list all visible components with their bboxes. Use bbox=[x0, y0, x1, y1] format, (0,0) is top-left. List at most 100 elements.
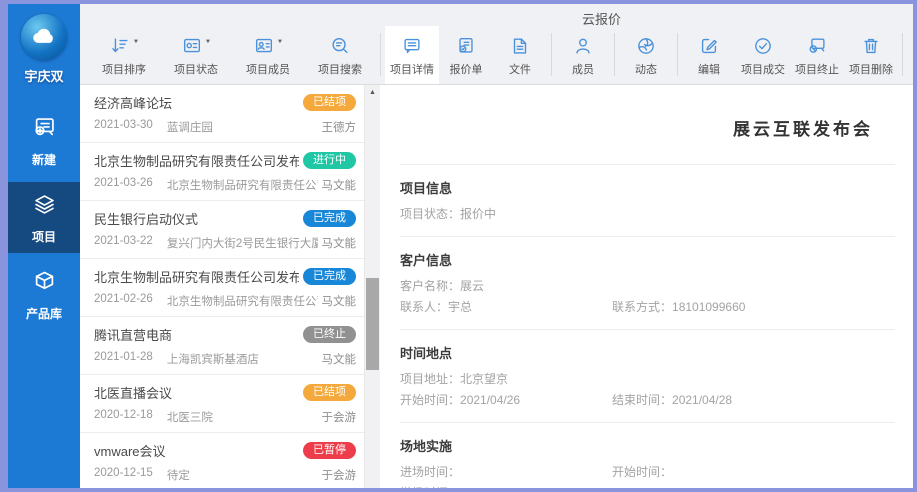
toolbar-button-detail[interactable]: 项目详情 bbox=[385, 26, 439, 84]
field-label: 结束时间： bbox=[612, 393, 673, 407]
content-area: 经济高峰论坛 已结项 2021-03-30 蓝调庄园 王德方 北京生物制品研究有限责任公司… bbox=[80, 85, 913, 488]
project-title: 北京生物制品研究有限责任公司发布会 bbox=[94, 154, 299, 169]
field: 开始时间： 2021/04/26 bbox=[400, 390, 612, 411]
toolbar-group: 动态 bbox=[619, 26, 673, 84]
project-location: 北医三院 bbox=[166, 412, 213, 424]
field: 客户名称： 展云 bbox=[400, 276, 484, 297]
toolbar-button-activity[interactable]: 动态 bbox=[619, 26, 673, 84]
field: 开始时间： bbox=[612, 462, 672, 483]
quote-icon bbox=[455, 35, 477, 62]
toolbar-button-label: 项目搜索 bbox=[318, 64, 362, 76]
toolbar-button-delete[interactable]: 项目删除 bbox=[844, 26, 898, 84]
toolbar-button-status[interactable]: ▼ 项目状态 bbox=[160, 26, 232, 84]
field-value: 2021/04/26 bbox=[460, 393, 521, 407]
toolbar-group: 项目详情 报价单 文件 bbox=[385, 26, 547, 84]
toolbar-button-terminate[interactable]: 项目终止 bbox=[790, 26, 844, 84]
toolbar-button-quote[interactable]: 报价单 bbox=[439, 26, 493, 84]
sidebar-item-new[interactable]: 新建 bbox=[8, 105, 80, 176]
sidebar-item-projects[interactable]: 项目 bbox=[8, 182, 80, 253]
sidebar-item-products[interactable]: 产品库 bbox=[8, 259, 80, 330]
field: 撤场时间： bbox=[400, 483, 460, 488]
toolbar-button-file[interactable]: 文件 bbox=[493, 26, 547, 84]
list-item[interactable]: vmware会议 已暂停 2020-12-15 待定 于会游 bbox=[80, 433, 364, 488]
avatar bbox=[21, 14, 67, 60]
status-badge: 已完成 bbox=[303, 268, 356, 285]
toolbar-group: 成员 bbox=[556, 26, 610, 84]
list-item-meta: 2021-03-30 蓝调庄园 王德方 bbox=[94, 119, 356, 135]
field-value: 2021/04/28 bbox=[672, 393, 733, 407]
list-item[interactable]: 北京生物制品研究有限责任公司发布... 已完成 2021-02-26 北京生物制品研究… bbox=[80, 259, 364, 317]
list-item-meta: 2020-12-18 北医三院 于会游 bbox=[94, 409, 356, 425]
toolbar-button-person[interactable]: 成员 bbox=[556, 26, 610, 84]
chevron-down-icon: ▼ bbox=[132, 38, 140, 45]
person-icon bbox=[572, 35, 594, 62]
section-row: 联系人： 宇总 联系方式： 18101099660 bbox=[400, 297, 895, 318]
section-row: 撤场时间： bbox=[400, 483, 895, 488]
toolbar-button-edit[interactable]: 编辑 bbox=[682, 26, 736, 84]
status-badge: 已终止 bbox=[303, 326, 356, 343]
toolbar-divider bbox=[380, 33, 381, 76]
section-heading: 时间地点 bbox=[400, 346, 453, 361]
list-item[interactable]: 民生银行启动仪式 已完成 2021-03-22 复兴门内大街2号民生银行大厦 马文能 bbox=[80, 201, 364, 259]
project-title: vmware会议 bbox=[94, 444, 166, 459]
field-label: 开始时间： bbox=[400, 393, 461, 407]
toolbar-button-iconwrap bbox=[455, 35, 477, 59]
field-value: 北京望京 bbox=[460, 372, 509, 386]
toolbar-button-deal-check[interactable]: 项目成交 bbox=[736, 26, 790, 84]
list-item[interactable]: 腾讯直营电商 已终止 2021-01-28 上海凯宾斯基酒店 马文能 bbox=[80, 317, 364, 375]
status-icon bbox=[181, 35, 203, 62]
field: 结束时间： 2021/04/28 bbox=[612, 390, 732, 411]
cloud-logo-icon bbox=[33, 28, 53, 43]
field: 进场时间： bbox=[400, 462, 612, 483]
project-owner: 马文能 bbox=[321, 180, 357, 192]
app-title: 云报价 bbox=[582, 12, 622, 27]
project-detail-title: 展云互联发布会 bbox=[733, 120, 873, 139]
toolbar-divider bbox=[902, 33, 903, 76]
toolbar-divider bbox=[551, 33, 552, 76]
project-location: 上海凯宾斯基酒店 bbox=[166, 354, 259, 366]
list-scrollbar[interactable]: ▲ bbox=[364, 85, 380, 488]
section-row: 客户名称： 展云 bbox=[400, 276, 895, 297]
list-item-top: 腾讯直营电商 已终止 bbox=[94, 325, 356, 344]
toolbar-button-iconwrap bbox=[860, 35, 882, 59]
list-item[interactable]: 北医直播会议 已结项 2020-12-18 北医三院 于会游 bbox=[80, 375, 364, 433]
toolbar-button-search[interactable]: 项目搜索 bbox=[304, 26, 376, 84]
list-item-top: 北京生物制品研究有限责任公司发布... 已完成 bbox=[94, 267, 356, 286]
project-date: 2021-02-26 bbox=[94, 293, 153, 305]
field-label: 开始时间： bbox=[612, 465, 673, 479]
toolbar-button-members[interactable]: ▼ 项目成员 bbox=[232, 26, 304, 84]
scroll-up-icon[interactable]: ▲ bbox=[365, 85, 380, 96]
field-label: 进场时间： bbox=[400, 465, 461, 479]
status-badge: 已完成 bbox=[303, 210, 356, 227]
list-item[interactable]: 北京生物制品研究有限责任公司发布会 进行中 2021-03-26 北京生物制品研究有限… bbox=[80, 143, 364, 201]
user-profile[interactable]: 宇庆双 bbox=[21, 14, 67, 85]
toolbar-group: ▼ 项目排序 ▼ 项目状态 ▼ 项目成员 项目搜索 bbox=[88, 26, 376, 84]
toolbar-button-iconwrap bbox=[509, 35, 531, 59]
list-item[interactable]: 经济高峰论坛 已结项 2021-03-30 蓝调庄园 王德方 bbox=[80, 85, 364, 143]
scrollbar-thumb[interactable] bbox=[366, 278, 379, 370]
project-title: 经济高峰论坛 bbox=[94, 96, 173, 111]
detail-section: 场地实施进场时间： 开始时间： 撤场时间： bbox=[400, 422, 895, 488]
project-location: 北京生物制品研究有限责任公司 bbox=[166, 296, 318, 308]
toolbar-button-iconwrap: ▼ bbox=[109, 35, 140, 59]
list-item-top: vmware会议 已暂停 bbox=[94, 441, 356, 460]
list-item-meta: 2020-12-15 待定 于会游 bbox=[94, 467, 356, 483]
project-date: 2021-03-30 bbox=[94, 119, 153, 131]
activity-icon bbox=[635, 35, 657, 62]
project-title: 北京生物制品研究有限责任公司发布... bbox=[94, 270, 299, 285]
product-box-icon bbox=[31, 268, 58, 300]
section-heading: 场地实施 bbox=[400, 439, 453, 454]
field-label: 联系方式： bbox=[612, 300, 673, 314]
field-label: 客户名称： bbox=[400, 279, 461, 293]
field: 联系人： 宇总 bbox=[400, 297, 612, 318]
list-item-top: 经济高峰论坛 已结项 bbox=[94, 93, 356, 112]
projects-layers-icon bbox=[31, 191, 58, 223]
project-date: 2021-03-26 bbox=[94, 177, 153, 189]
terminate-icon bbox=[806, 35, 828, 62]
status-badge: 已暂停 bbox=[303, 442, 356, 459]
status-badge: 已结项 bbox=[303, 384, 356, 401]
toolbar-button-iconwrap: ▼ bbox=[253, 35, 283, 59]
list-item-meta: 2021-03-22 复兴门内大街2号民生银行大厦 马文能 bbox=[94, 235, 356, 251]
toolbar-button-sort[interactable]: ▼ 项目排序 bbox=[88, 26, 160, 84]
toolbar-button-iconwrap: ▼ bbox=[181, 35, 211, 62]
